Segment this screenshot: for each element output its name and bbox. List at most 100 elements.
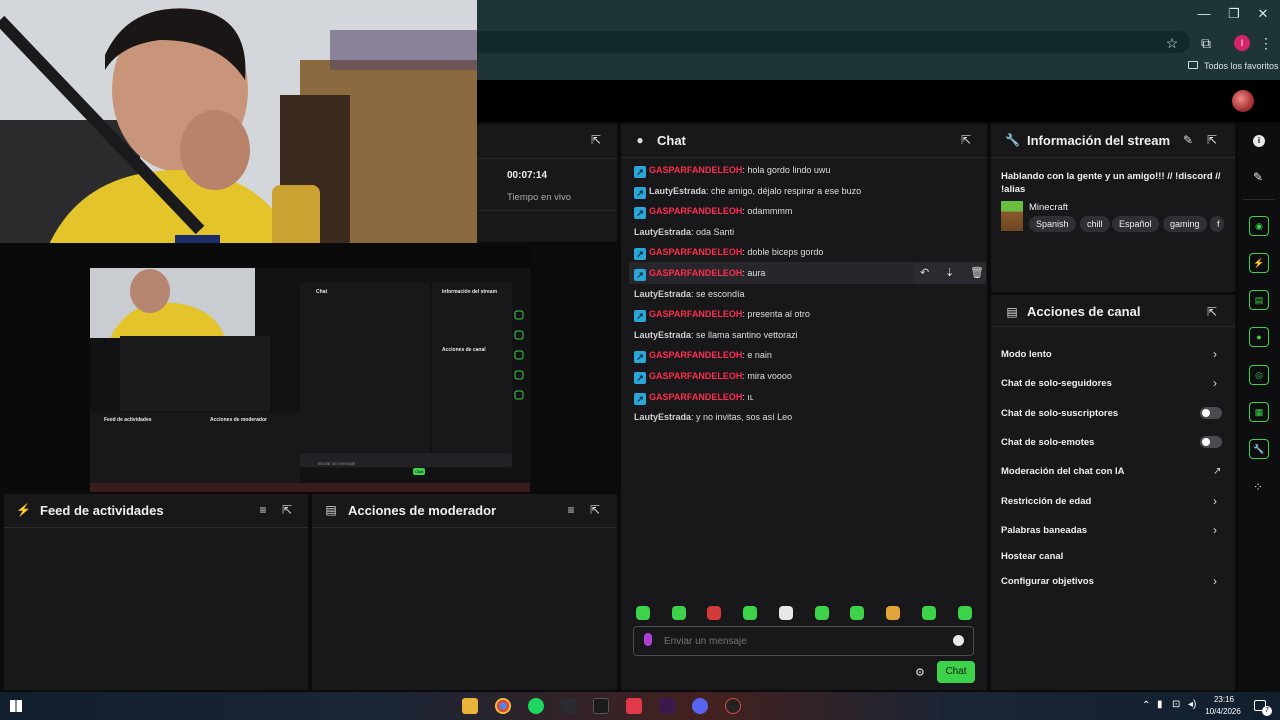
chevron-right-icon[interactable]: › [1213,574,1217,588]
emoji-icon[interactable] [953,635,964,646]
app-icon[interactable] [659,698,675,714]
chat-message[interactable]: ↗ GASPARFANDELEOH: e nain [634,350,772,364]
settings-icon[interactable]: ⚙ [915,666,925,679]
popout-icon[interactable]: ⇱ [280,503,294,517]
app-icon[interactable] [626,698,642,714]
close-icon[interactable]: ✕ [1253,4,1273,24]
chevron-right-icon[interactable]: › [1213,347,1217,361]
chat-tool-icon[interactable]: ● [1249,327,1269,347]
action-banned-words[interactable]: Palabras baneadas [1001,525,1087,536]
tag[interactable]: Spanish [1029,216,1076,232]
network-icon[interactable]: ⊡ [1172,699,1180,710]
tag[interactable]: f [1210,216,1224,232]
pin-icon[interactable]: ⇣ [945,266,954,279]
chevron-right-icon[interactable]: › [1213,494,1217,508]
emote-icon[interactable] [743,606,757,620]
emote-icon[interactable] [672,606,686,620]
file-explorer-icon[interactable] [462,698,478,714]
popout-icon[interactable]: ⇱ [959,133,973,147]
profile-avatar[interactable]: I [1234,35,1250,51]
category-art[interactable] [1001,201,1023,231]
chat-message[interactable]: LautyEstrada: se escondía [634,289,745,299]
external-link-icon[interactable]: ↗ [1213,466,1221,477]
edit-icon[interactable]: ✎ [1181,133,1195,147]
menu-icon[interactable]: ⋮ [1257,34,1275,52]
chat-message[interactable]: LautyEstrada: se llama santino vettorazi [634,330,798,340]
chat-message[interactable]: ↗ GASPARFANDELEOH: doble biceps gordo [634,247,823,261]
chrome-icon[interactable] [495,698,511,714]
chat-message[interactable]: ↗ GASPARFANDELEOH: presenta al otro [634,309,810,323]
chat-username[interactable]: LautyEstrada [634,227,691,237]
action-slow-mode[interactable]: Modo lento [1001,349,1052,360]
chat-username[interactable]: LautyEstrada [634,412,691,422]
address-bar[interactable] [470,31,1190,53]
chat-message[interactable]: ↗ GASPARFANDELEOH: ıʟ [634,392,753,405]
emote-icon[interactable] [850,606,864,620]
chat-username[interactable]: GASPARFANDELEOH [649,309,742,319]
edit-icon[interactable]: ✎ [1253,170,1263,184]
emote-icon[interactable] [636,606,650,620]
popout-icon[interactable]: ⇱ [589,133,603,147]
volume-icon[interactable]: ◂) [1188,699,1196,710]
emote-icon[interactable] [958,606,972,620]
clock-time[interactable]: 23:16 [1207,695,1241,704]
chat-username[interactable]: GASPARFANDELEOH [649,165,742,175]
chat-username[interactable]: GASPARFANDELEOH [649,371,742,381]
steam-icon[interactable] [561,698,577,714]
emote-icon[interactable] [707,606,721,620]
chat-message[interactable]: LautyEstrada: oda Santi [634,227,734,237]
chat-message[interactable]: ↗ GASPARFANDELEOH: hola gordo lindo uwu [634,165,830,178]
chat-message[interactable]: ↗ LautyEstrada: che amigo, déjalo respira… [634,186,861,199]
chat-username[interactable]: GASPARFANDELEOH [649,392,742,402]
emote-icon[interactable] [815,606,829,620]
obs-icon[interactable] [593,698,609,714]
tag[interactable]: Español [1112,216,1159,232]
document-tool-icon[interactable]: ▤ [1249,290,1269,310]
chat-username[interactable]: GASPARFANDELEOH [649,268,742,278]
microphone-icon[interactable] [644,633,652,646]
action-age-restriction[interactable]: Restricción de edad [1001,496,1091,507]
broadcast-tool-icon[interactable]: ◎ [1249,365,1269,385]
action-configure-goals[interactable]: Configurar objetivos [1001,576,1094,587]
action-followers-only[interactable]: Chat de solo-seguidores [1001,378,1112,389]
extensions-icon[interactable]: ⧉ [1197,34,1215,52]
delete-icon[interactable]: 🗑 [970,266,984,279]
chevron-right-icon[interactable]: › [1213,376,1217,390]
chat-username[interactable]: GASPARFANDELEOH [649,206,742,216]
info-icon[interactable]: i [1253,135,1265,147]
wrench-tool-icon[interactable]: 🔧 [1249,439,1269,459]
chevron-right-icon[interactable]: › [1213,523,1217,537]
restore-icon[interactable]: ❐ [1224,4,1244,24]
server-tool-icon[interactable]: ▦ [1249,402,1269,422]
all-bookmarks-label[interactable]: Todos los favoritos [1204,61,1279,71]
emote-icon[interactable] [779,606,793,620]
windows-start-icon[interactable] [10,700,22,712]
action-subs-only[interactable]: Chat de solo-suscriptores [1001,408,1118,419]
spotify-icon[interactable] [528,698,544,714]
minimize-icon[interactable]: — [1194,4,1214,24]
tray-arrow-icon[interactable]: ⌃ [1142,700,1150,711]
chat-username[interactable]: GASPARFANDELEOH [649,247,742,257]
action-host-channel[interactable]: Hostear canal [1001,551,1063,562]
action-emote-only[interactable]: Chat de solo-emotes [1001,437,1094,448]
filter-icon[interactable]: ≡ [564,503,578,517]
subs-only-toggle[interactable] [1200,407,1222,419]
emote-icon[interactable] [922,606,936,620]
popout-icon[interactable]: ⇱ [588,503,602,517]
chat-input[interactable] [664,632,934,650]
action-ai-moderation[interactable]: Moderación del chat con IA [1001,466,1125,477]
chat-message[interactable]: ↗ GASPARFANDELEOH: odammmm [634,206,792,220]
chat-username[interactable]: LautyEstrada [649,186,706,196]
popout-icon[interactable]: ⇱ [1205,305,1219,319]
chat-message[interactable]: LautyEstrada: y no invitas, sos así Leo [634,412,792,422]
chat-username[interactable]: LautyEstrada [634,330,691,340]
discord-icon[interactable] [692,698,708,714]
chat-username[interactable]: GASPARFANDELEOH [649,350,742,360]
star-icon[interactable]: ☆ [1163,34,1181,52]
app-icon[interactable] [725,698,741,714]
tag[interactable]: gaming [1163,216,1207,232]
popout-icon[interactable]: ⇱ [1205,133,1219,147]
chat-username[interactable]: LautyEstrada [634,289,691,299]
chat-message[interactable]: ↗ GASPARFANDELEOH: mira voooo [634,371,792,384]
user-avatar[interactable] [1232,90,1254,112]
